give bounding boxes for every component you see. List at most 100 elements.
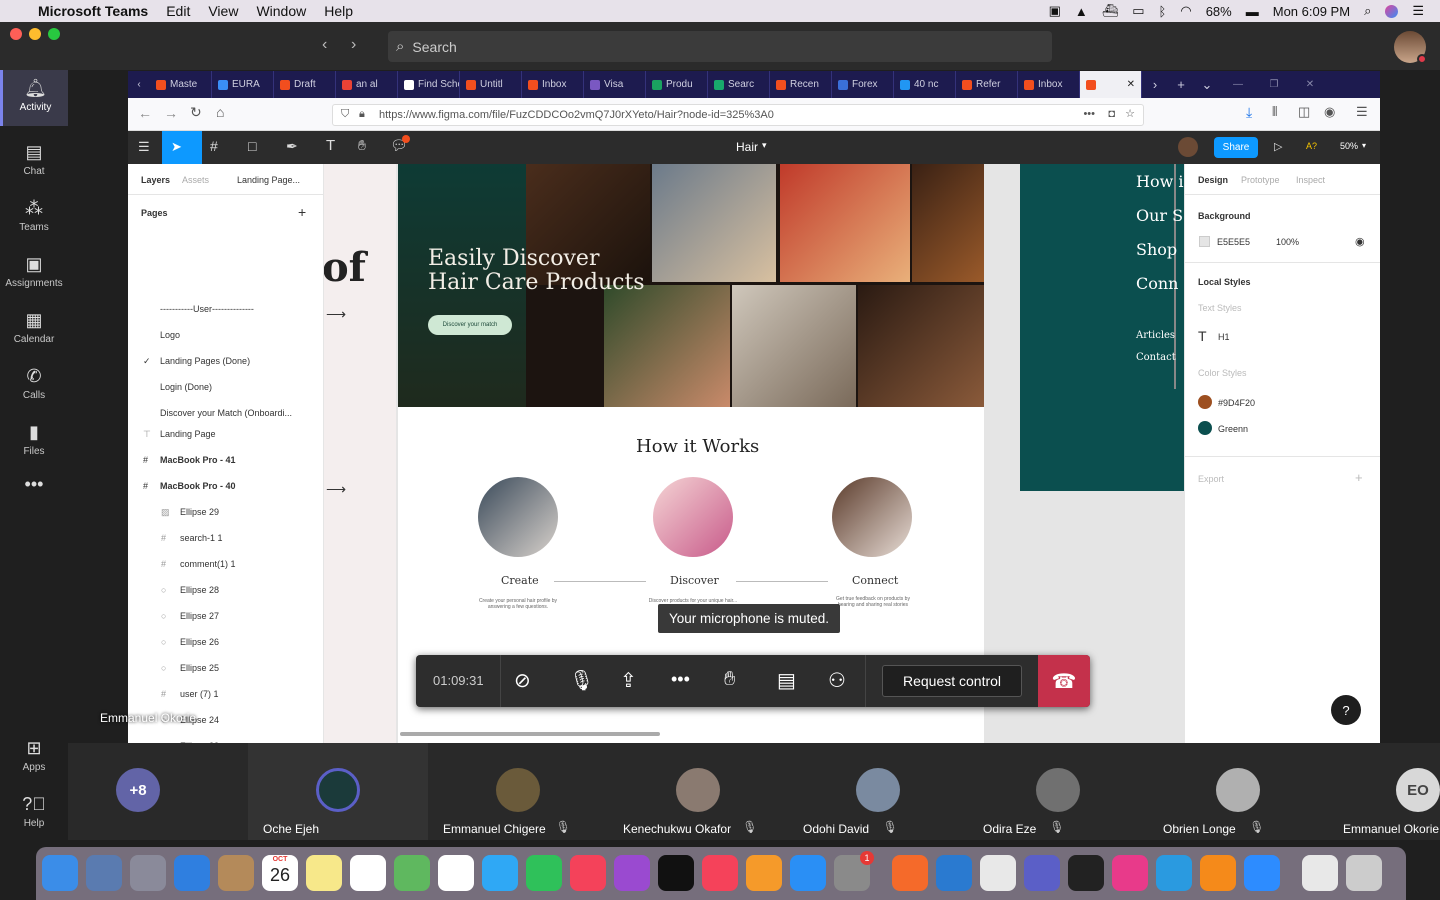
messages-app-icon[interactable]	[482, 855, 518, 891]
help-button[interactable]: ?	[1331, 695, 1361, 725]
menu-edit[interactable]: Edit	[166, 3, 190, 19]
bookmark-star-icon[interactable]: ☆	[1125, 107, 1135, 120]
siri-icon[interactable]	[1385, 4, 1399, 18]
window-minimize-icon[interactable]: —	[1220, 79, 1256, 90]
background-swatch[interactable]	[1199, 236, 1210, 247]
reminders-app-icon[interactable]	[350, 855, 386, 891]
layer-row[interactable]: ⊤ Landing Page	[128, 424, 324, 444]
tab-design[interactable]: Design	[1198, 175, 1228, 185]
pocket-icon[interactable]: ◘	[1108, 108, 1115, 120]
layer-row[interactable]: ○ Ellipse 28	[128, 580, 324, 600]
rail-calls[interactable]: ✆ Calls	[0, 358, 68, 414]
rail-activity[interactable]: 🔔︎ Activity	[0, 70, 68, 126]
pen-tool-icon[interactable]: ✒	[286, 138, 298, 155]
battery-icon[interactable]: ▬	[1246, 4, 1259, 19]
music-app-icon[interactable]	[570, 855, 606, 891]
browser-tab[interactable]: Inbox	[522, 71, 584, 98]
layer-row[interactable]: # search-1 1	[128, 528, 324, 548]
move-tool-button[interactable]: ➤	[162, 131, 202, 164]
frame-tool-icon[interactable]: #	[210, 138, 218, 154]
menu-window[interactable]: Window	[256, 3, 306, 19]
font-missing-icon[interactable]: A?	[1306, 141, 1317, 151]
docker-status-icon[interactable]: ⛴	[1102, 3, 1119, 19]
tab-scroll-right-icon[interactable]: ›	[1142, 77, 1168, 92]
layer-row[interactable]: ○Ellipse 23	[128, 736, 324, 743]
launchpad-app-icon[interactable]	[130, 855, 166, 891]
vscode-app-icon[interactable]	[936, 855, 972, 891]
more-options-icon[interactable]: •••	[671, 669, 690, 690]
more-apps-button[interactable]: •••	[0, 474, 68, 510]
tab-layers[interactable]: Layers	[141, 175, 170, 185]
raise-hand-icon[interactable]: ✋︎	[724, 668, 735, 691]
rail-help[interactable]: ?⃝ Help	[0, 786, 68, 842]
tab-inspect[interactable]: Inspect	[1296, 175, 1325, 185]
request-control-button[interactable]: Request control	[882, 665, 1022, 697]
zoom-app-icon[interactable]	[1244, 855, 1280, 891]
wifi-icon[interactable]: ◠	[1180, 3, 1191, 19]
trash-app-icon[interactable]	[1346, 855, 1382, 891]
url-bar[interactable]: ⛉ 🔒︎ https://www.figma.com/file/FuzCDDCO…	[332, 104, 1144, 126]
browser-tab[interactable]: EURA	[212, 71, 274, 98]
figma-main-menu-icon[interactable]: ☰	[138, 139, 150, 155]
layer-row[interactable]: # MacBook Pro - 41	[128, 450, 324, 470]
window-close-icon[interactable]: ✕	[1292, 79, 1328, 90]
clock[interactable]: Mon 6:09 PM	[1273, 4, 1350, 19]
add-page-icon[interactable]: +	[298, 204, 306, 220]
browser-tab[interactable]: Draft	[274, 71, 336, 98]
color-style-name-1[interactable]: #9D4F20	[1218, 398, 1255, 408]
window-restore-icon[interactable]: ❐	[1256, 79, 1292, 90]
browser-tab[interactable]: Forex	[832, 71, 894, 98]
pdf-app-icon[interactable]	[1302, 855, 1338, 891]
airplay-icon[interactable]: ▭	[1132, 3, 1144, 19]
browser-tab[interactable]: Find Schol	[398, 71, 460, 98]
collaborator-avatar[interactable]	[1178, 137, 1198, 157]
browser-back-icon[interactable]: ←	[138, 105, 152, 121]
photos-app-icon[interactable]	[438, 855, 474, 891]
home-icon[interactable]: ⌂	[216, 104, 224, 120]
layer-row[interactable]: # user (7) 1	[128, 684, 324, 704]
calendar-app-icon[interactable]: OCT 26	[262, 855, 298, 891]
user-avatar[interactable]	[1394, 31, 1427, 64]
figma-file-name[interactable]: Hair	[736, 140, 758, 154]
shape-tool-icon[interactable]: □	[248, 138, 256, 154]
menu-view[interactable]: View	[208, 3, 238, 19]
tab-scroll-left-icon[interactable]: ‹	[128, 79, 150, 90]
rail-teams[interactable]: ⁂ Teams	[0, 190, 68, 246]
intellij-app-icon[interactable]	[1112, 855, 1148, 891]
present-play-icon[interactable]: ▷	[1274, 140, 1282, 153]
page-selector[interactable]: Landing Page...	[237, 175, 300, 185]
rail-files[interactable]: ▮ Files	[0, 414, 68, 470]
color-style-name-2[interactable]: Greenn	[1218, 424, 1248, 434]
account-icon[interactable]: ◉	[1324, 104, 1335, 120]
browser-tab[interactable]: Searc	[708, 71, 770, 98]
notes-app-icon[interactable]	[306, 855, 342, 891]
cone-icon[interactable]: ▲	[1075, 4, 1088, 19]
terminal-app-icon[interactable]	[1068, 855, 1104, 891]
browser-tab[interactable]: Recen	[770, 71, 832, 98]
bluetooth-icon[interactable]: ᛒ	[1159, 4, 1167, 19]
layer-row[interactable]: ○ Ellipse 26	[128, 632, 324, 652]
tab-close-icon[interactable]: ✕	[1127, 79, 1135, 90]
canvas-h-scrollbar[interactable]	[400, 732, 660, 736]
text-tool-icon[interactable]: T	[326, 137, 335, 154]
facetime-app-icon[interactable]	[526, 855, 562, 891]
chat-toggle-icon[interactable]: ▤	[777, 668, 796, 693]
rail-apps[interactable]: ⊞ Apps	[0, 730, 68, 786]
news-app-icon[interactable]	[702, 855, 738, 891]
browser-forward-icon[interactable]: →	[164, 105, 178, 121]
control-center-icon[interactable]: ☰	[1412, 3, 1424, 19]
layer-row[interactable]: ▨ Ellipse 29	[128, 502, 324, 522]
chevron-down-icon[interactable]: ▾	[762, 140, 767, 151]
hand-tool-icon[interactable]: ✋︎	[358, 137, 366, 154]
participant-tile[interactable]: Odohi David 🎙︎	[788, 743, 968, 840]
browser-tab[interactable]: an al	[336, 71, 398, 98]
rail-calendar[interactable]: ▦ Calendar	[0, 302, 68, 358]
participant-tile[interactable]: EO Emmanuel Okorie	[1328, 743, 1440, 840]
participant-tile[interactable]: Oche Ejeh	[248, 743, 428, 840]
browser-tab[interactable]: Maste	[150, 71, 212, 98]
chrome-app-icon[interactable]	[980, 855, 1016, 891]
back-arrow-icon[interactable]: ‹	[322, 36, 327, 54]
layer-row[interactable]: ○ Ellipse 27	[128, 606, 324, 626]
layer-row[interactable]: ✓ Landing Pages (Done)	[128, 351, 324, 371]
hamburger-menu-icon[interactable]: ☰	[1356, 104, 1368, 120]
